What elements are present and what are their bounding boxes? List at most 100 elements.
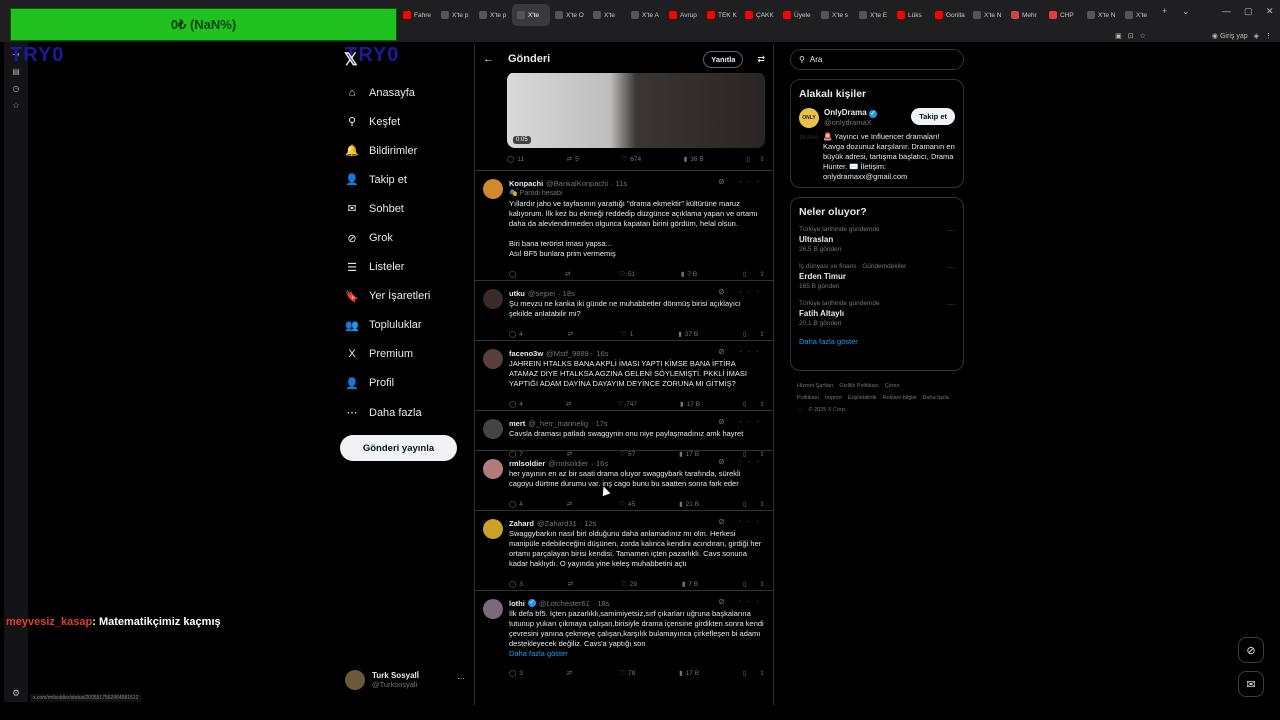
bookmark-icon[interactable]: ▯ xyxy=(743,500,747,508)
trends-show-more[interactable]: Daha fazla göster xyxy=(799,337,955,346)
browser-tab[interactable]: Avrup xyxy=(664,4,702,26)
browser-tab[interactable]: X'te O xyxy=(550,4,588,26)
browser-tab[interactable]: Üyele xyxy=(778,4,816,26)
bookmark-icon[interactable]: ▯ xyxy=(743,270,747,278)
bookmark-star-icon[interactable]: ☆ xyxy=(1140,32,1146,40)
nav-item[interactable]: ⌂ Anasayfa xyxy=(345,78,430,107)
post-author-handle[interactable]: @rmlsoldier xyxy=(548,459,588,468)
footer-link[interactable]: Erişilebilirlik xyxy=(848,395,877,401)
signin-button[interactable]: ◉ Giriş yap xyxy=(1212,32,1248,40)
search-input[interactable]: ⚲ Ara xyxy=(790,49,964,70)
close-window-button[interactable]: ✕ xyxy=(1266,6,1274,17)
browser-tab[interactable]: X'te A xyxy=(626,4,664,26)
show-more-link[interactable]: Daha fazla göster xyxy=(509,649,765,658)
trend-item[interactable]: Türkiye tarihinde gündemde Fatih Altaylı 2… xyxy=(799,300,955,327)
browser-tab[interactable]: CHP xyxy=(1044,4,1082,26)
repost-action[interactable]: ⇄ xyxy=(568,330,576,338)
browser-tab[interactable]: X'te p xyxy=(436,4,474,26)
browser-tab[interactable]: X'te xyxy=(1120,4,1158,26)
like-action[interactable]: ♡ 747 xyxy=(617,400,637,409)
browser-tab[interactable]: X'te N xyxy=(968,4,1006,26)
account-switcher[interactable]: Turk Sosyalİ @Turksosyali ··· xyxy=(345,670,465,690)
reply-post[interactable]: Konpachi @BankalKonpachi · 11s ⊘ ··· 🎭 Parod… xyxy=(475,170,773,280)
post-author-handle[interactable]: @BankalKonpachi xyxy=(546,179,608,188)
like-action[interactable]: ♡ 1 xyxy=(621,330,633,339)
x-logo-icon[interactable]: 𝕏 xyxy=(344,50,358,70)
reply-action[interactable]: ◯ 3 xyxy=(509,580,523,589)
share-icon[interactable]: ⇪ xyxy=(760,669,765,677)
video-media[interactable]: 0:05 xyxy=(507,72,765,148)
reply-action[interactable]: ◯ 4 xyxy=(509,330,523,339)
reply-post[interactable]: Zahard @Zahard31 · 12s ⊘ ··· Swaggybarkın na… xyxy=(475,510,773,590)
sidepanel-reading-icon[interactable]: ▤ xyxy=(4,67,28,76)
reply-post[interactable]: faceno3w @Mstf_9889 · 16s ⊘ ··· JAHREIN HTAL… xyxy=(475,340,773,410)
reply-post[interactable]: mert @_herr_mannelig · 17s ⊘ ··· Cavsla dram… xyxy=(475,410,773,458)
post-menu-icon[interactable]: ⊘ ··· xyxy=(718,347,765,356)
reply-post[interactable]: rmlsoldier @rmlsoldier · 16s ⊘ ··· her yayın… xyxy=(475,450,773,510)
extension-puzzle-icon[interactable]: ◈ xyxy=(1254,32,1259,40)
maximize-button[interactable]: ▢ xyxy=(1244,6,1253,17)
share-icon[interactable]: ⇪ xyxy=(760,155,765,163)
views-action[interactable]: ▮ 21 B xyxy=(679,500,699,509)
nav-item[interactable]: ☰ Listeler xyxy=(345,253,430,282)
footer-link[interactable]: Hizmet Şartları xyxy=(797,383,833,389)
nav-item[interactable]: X Premium xyxy=(345,340,430,369)
share-icon[interactable]: ⇪ xyxy=(760,330,765,338)
post-menu-icon[interactable]: ⊘ ··· xyxy=(718,417,765,426)
post-author-name[interactable]: faceno3w xyxy=(509,349,543,358)
browser-tab[interactable]: X'te E xyxy=(854,4,892,26)
post-author-handle[interactable]: @Lotchester61 xyxy=(539,599,590,608)
views-action[interactable]: ▮ 7 B xyxy=(681,270,697,279)
account-more-icon[interactable]: ··· xyxy=(457,674,465,683)
post-author-handle[interactable]: @sejpei xyxy=(528,289,555,298)
nav-item[interactable]: 👥 Topluluklar xyxy=(345,311,430,340)
post-author-name[interactable]: Konpachi xyxy=(509,179,543,188)
trend-item[interactable]: Türkiye tarihinde gündemde Ultraslan 26,5 … xyxy=(799,226,955,253)
nav-item[interactable]: ⚲ Keşfet xyxy=(345,107,430,136)
minimize-button[interactable]: — xyxy=(1222,6,1231,16)
screenshot-icon[interactable]: ⊡ xyxy=(1128,32,1134,40)
like-action[interactable]: ♡ 51 xyxy=(619,270,635,279)
post-menu-icon[interactable]: ⊘ ··· xyxy=(718,177,765,186)
messages-icon[interactable]: ✉ xyxy=(1238,671,1264,697)
post-time[interactable]: · 18s xyxy=(593,599,610,608)
trend-item[interactable]: İş dünyası ve finans · Gündemdekiler Erde… xyxy=(799,263,955,290)
repost-action[interactable]: ⇄ xyxy=(565,270,573,278)
share-icon[interactable]: ⇪ xyxy=(760,270,765,278)
reply-action[interactable]: ◯ 4 xyxy=(509,500,523,509)
reply-post[interactable]: utku @sejpei · 18s ⊘ ··· Şu mevzu ne kanka i… xyxy=(475,280,773,340)
post-author-handle[interactable]: @Mstf_9889 xyxy=(546,349,589,358)
browser-tab[interactable]: Lüks xyxy=(892,4,930,26)
browser-tab[interactable]: ÇAKK xyxy=(740,4,778,26)
post-time[interactable]: · 16s xyxy=(591,459,608,468)
bookmark-icon[interactable]: ▯ xyxy=(743,330,747,338)
nav-item[interactable]: ⋯ Daha fazla xyxy=(345,398,430,427)
like-action[interactable]: ♡ 45 xyxy=(619,500,635,509)
browser-tab[interactable]: X'te xyxy=(512,4,550,26)
share-icon[interactable]: ⇪ xyxy=(760,500,765,508)
reply-post[interactable]: lothi ✓ @Lotchester61 · 18s ⊘ ··· İlk defa bf… xyxy=(475,590,773,678)
post-author-name[interactable]: Zahard xyxy=(509,519,534,528)
views-action[interactable]: ▮ 17 B xyxy=(680,400,700,409)
views-action[interactable]: ▮ 17 B xyxy=(679,669,699,678)
post-time[interactable]: · 16s xyxy=(592,349,609,358)
sidepanel-bookmarks-icon[interactable]: ☆ xyxy=(4,101,28,110)
reply-button[interactable]: Yanıtla xyxy=(703,50,744,68)
grok-icon[interactable]: ⊘ xyxy=(1238,637,1264,663)
post-author-name[interactable]: mert xyxy=(509,419,525,428)
tab-list-dropdown-icon[interactable]: ⌄ xyxy=(1182,6,1190,17)
post-author-name[interactable]: utku xyxy=(509,289,525,298)
back-arrow-icon[interactable]: ← xyxy=(483,53,494,65)
bookmark-icon[interactable]: ▯ xyxy=(743,580,747,588)
sidepanel-history-icon[interactable]: ◷ xyxy=(4,84,28,93)
post-time[interactable]: · 11s xyxy=(611,179,627,188)
share-icon[interactable]: ⇪ xyxy=(760,580,765,588)
trend-more-icon[interactable]: ··· xyxy=(947,226,955,235)
post-author-handle[interactable]: @Zahard31 xyxy=(537,519,577,528)
browser-tab[interactable]: Fahre xyxy=(398,4,436,26)
browser-tab[interactable]: X'te s xyxy=(816,4,854,26)
post-time[interactable]: · 12s xyxy=(580,519,597,528)
nav-item[interactable]: 👤 Profil xyxy=(345,369,430,398)
new-tab-button[interactable]: + xyxy=(1162,6,1167,16)
browser-tab[interactable]: X'te N xyxy=(1082,4,1120,26)
